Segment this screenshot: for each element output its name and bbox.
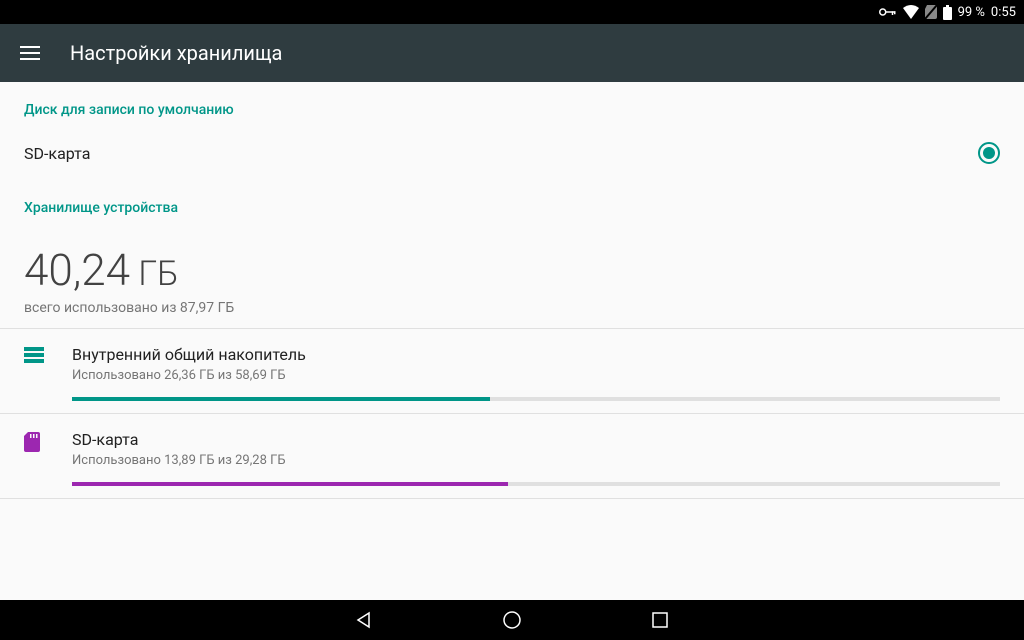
battery-percent: 99 % xyxy=(958,5,985,20)
wifi-icon xyxy=(903,5,919,19)
progress-fill xyxy=(72,482,508,486)
section-device-storage: Хранилище устройства xyxy=(0,180,1024,224)
storage-name: Внутренний общий накопитель xyxy=(72,345,1000,364)
nav-back-button[interactable] xyxy=(350,606,378,634)
section-default-disk: Диск для записи по умолчанию xyxy=(0,82,1024,126)
storage-summary: 40,24 ГБ всего использовано из 87,97 ГБ xyxy=(0,224,1024,328)
progress-bar xyxy=(72,397,1000,401)
storage-name: SD-карта xyxy=(72,430,1000,449)
menu-button[interactable] xyxy=(18,41,42,65)
hamburger-icon xyxy=(20,46,40,60)
content-area: Диск для записи по умолчанию SD-карта Хр… xyxy=(0,82,1024,600)
storage-item-internal[interactable]: Внутренний общий накопитель Использовано… xyxy=(0,329,1024,413)
storage-icon xyxy=(24,347,44,367)
progress-bar xyxy=(72,482,1000,486)
summary-sub: всего использовано из 87,97 ГБ xyxy=(24,300,1000,316)
nav-home-button[interactable] xyxy=(498,606,526,634)
home-circle-icon xyxy=(502,610,522,630)
battery-icon xyxy=(943,5,952,20)
no-sim-icon xyxy=(925,5,937,19)
progress-fill xyxy=(72,397,490,401)
radio-label: SD-карта xyxy=(24,144,90,163)
storage-usage: Использовано 26,36 ГБ из 58,69 ГБ xyxy=(72,368,1000,383)
sd-card-icon xyxy=(24,432,40,456)
vpn-key-icon xyxy=(879,6,897,18)
storage-usage: Использовано 13,89 ГБ из 29,28 ГБ xyxy=(72,453,1000,468)
radio-option-sd-card[interactable]: SD-карта xyxy=(0,126,1024,180)
recent-square-icon xyxy=(652,612,668,628)
divider xyxy=(0,498,1024,499)
summary-value: 40,24 xyxy=(24,244,130,296)
summary-amount: 40,24 ГБ xyxy=(24,244,1000,296)
nav-recent-button[interactable] xyxy=(646,606,674,634)
navigation-bar xyxy=(0,600,1024,640)
status-bar: 99 % 0:55 xyxy=(0,0,1024,24)
radio-indicator xyxy=(978,142,1000,164)
storage-item-sd[interactable]: SD-карта Использовано 13,89 ГБ из 29,28 … xyxy=(0,414,1024,498)
clock: 0:55 xyxy=(991,5,1016,20)
app-bar: Настройки хранилища xyxy=(0,24,1024,82)
summary-unit: ГБ xyxy=(138,254,178,294)
page-title: Настройки хранилища xyxy=(70,41,282,65)
back-triangle-icon xyxy=(355,611,373,629)
